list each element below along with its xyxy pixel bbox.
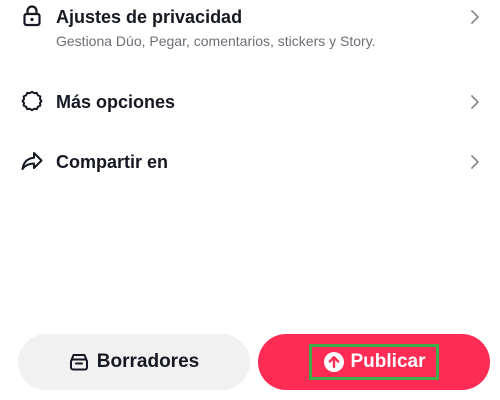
publish-highlight-frame: Publicar	[309, 344, 439, 380]
lock-icon	[20, 4, 44, 28]
more-options-texts: Más opciones	[56, 91, 175, 113]
chevron-right-icon	[468, 93, 482, 111]
share-arrow-icon	[20, 149, 44, 173]
more-options-row[interactable]: Más opciones	[0, 88, 500, 116]
chevron-right-icon	[468, 153, 482, 171]
chevron-right-icon	[468, 8, 482, 26]
share-to-row[interactable]: Compartir en	[0, 148, 500, 176]
drafts-label: Borradores	[96, 351, 200, 372]
post-settings-screen: Ajustes de privacidad Gestiona Dúo, Pega…	[0, 0, 500, 400]
privacy-settings-title: Ajustes de privacidad	[56, 7, 243, 27]
privacy-settings-row[interactable]: Ajustes de privacidad Gestiona Dúo, Pega…	[0, 2, 500, 54]
drafts-button[interactable]: Borradores	[18, 334, 250, 390]
drafts-box-icon	[69, 353, 89, 371]
publish-button[interactable]: Publicar	[258, 334, 490, 390]
upload-arrow-icon	[323, 351, 345, 373]
gear-icon	[20, 89, 44, 113]
publish-label: Publicar	[350, 351, 426, 372]
privacy-settings-texts: Ajustes de privacidad Gestiona Dúo, Pega…	[56, 6, 376, 50]
share-to-title: Compartir en	[56, 152, 169, 172]
privacy-settings-subtitle: Gestiona Dúo, Pegar, comentarios, sticke…	[56, 33, 376, 49]
more-options-title: Más opciones	[56, 92, 176, 112]
share-to-texts: Compartir en	[56, 151, 168, 173]
